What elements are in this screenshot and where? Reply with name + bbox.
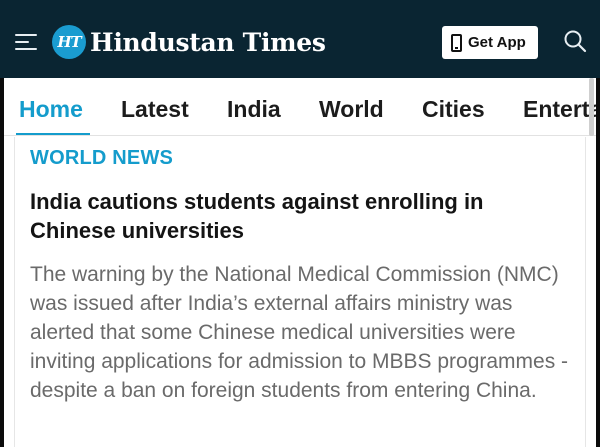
tab-cities[interactable]: Cities: [422, 96, 485, 123]
active-tab-indicator: [16, 133, 90, 135]
menu-icon-bar: [15, 41, 29, 43]
article-card[interactable]: WORLD NEWS India cautions students again…: [14, 137, 586, 447]
top-header: HT Hindustan Times Get App: [0, 0, 600, 78]
logo-wordmark: Hindustan Times: [90, 27, 326, 57]
site-logo[interactable]: HT Hindustan Times: [52, 22, 326, 62]
tab-entertainment[interactable]: Enterta: [523, 96, 596, 123]
article-headline[interactable]: India cautions students against enrollin…: [30, 187, 570, 245]
scrollbar[interactable]: [589, 78, 594, 136]
section-nav: Home Latest India World Cities Enterta: [4, 78, 596, 136]
phone-icon: [451, 33, 462, 52]
menu-icon-bar: [15, 48, 37, 50]
tab-india[interactable]: India: [227, 96, 281, 123]
tab-world[interactable]: World: [319, 96, 384, 123]
menu-icon[interactable]: [15, 32, 37, 50]
tab-home[interactable]: Home: [19, 96, 83, 123]
tab-latest[interactable]: Latest: [121, 96, 189, 123]
get-app-label: Get App: [468, 34, 526, 51]
menu-icon-bar: [15, 34, 37, 36]
section-label[interactable]: WORLD NEWS: [30, 147, 173, 170]
article-summary: The warning by the National Medical Comm…: [30, 263, 569, 402]
logo-icon: HT: [52, 25, 86, 59]
search-icon[interactable]: [563, 29, 587, 53]
get-app-button[interactable]: Get App: [442, 26, 538, 59]
